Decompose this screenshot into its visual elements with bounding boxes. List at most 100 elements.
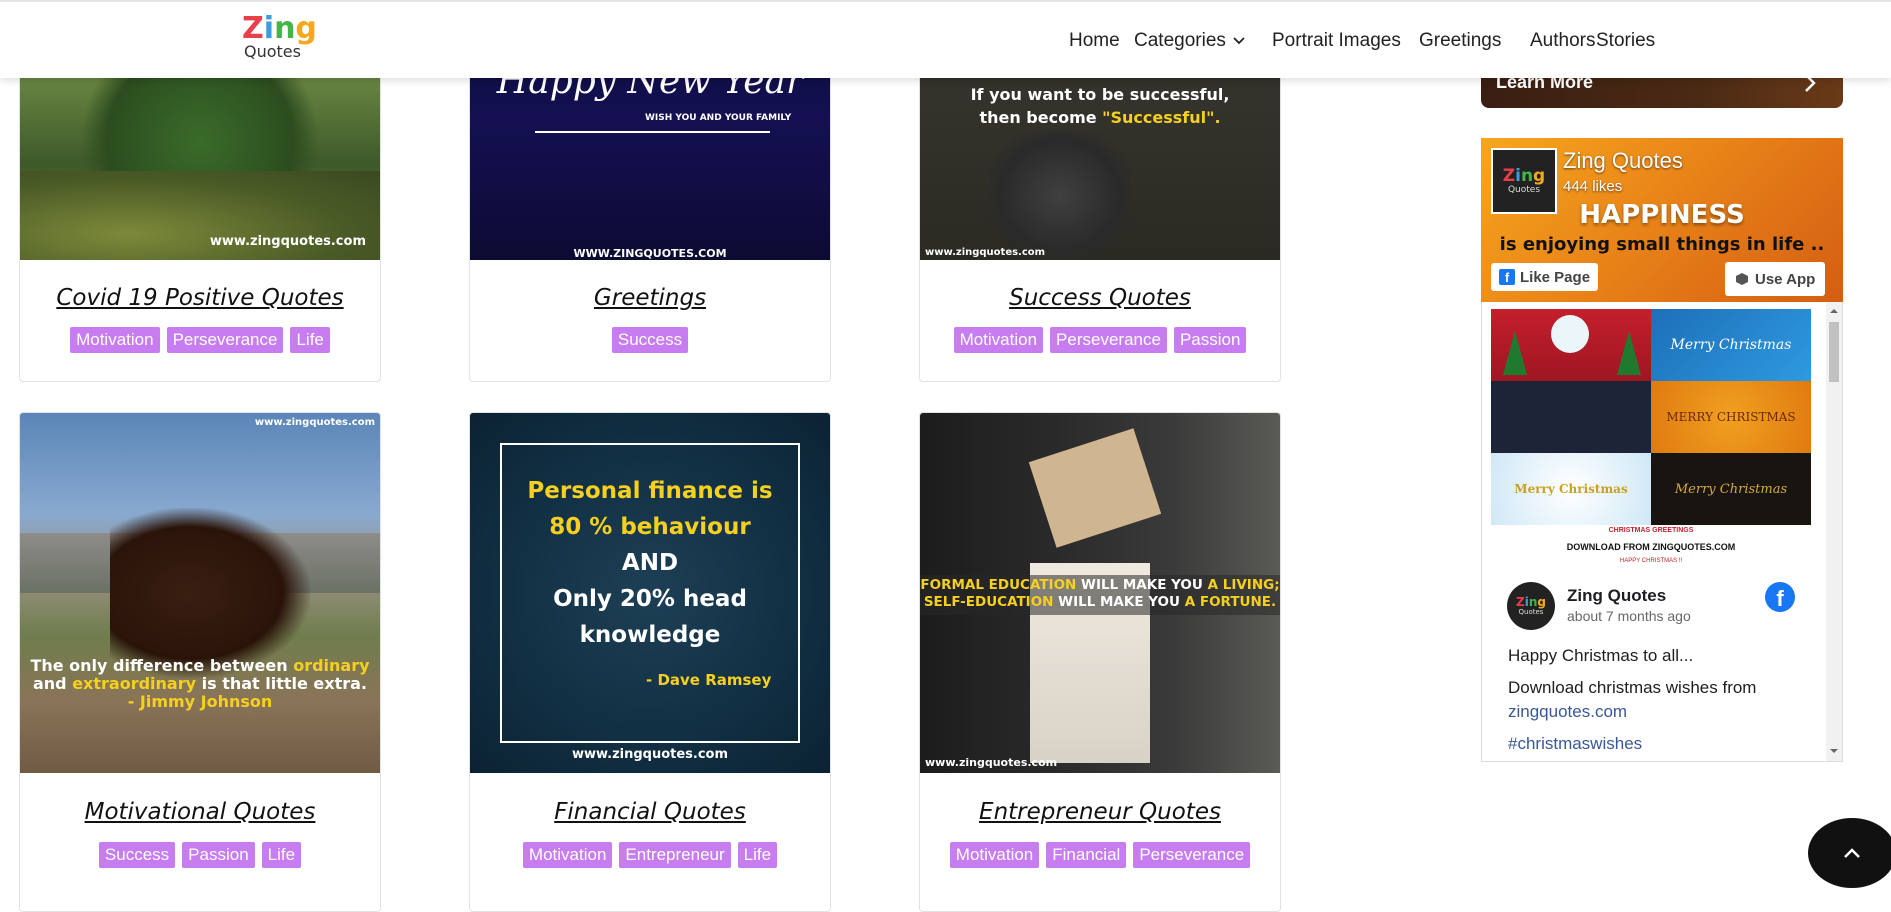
category-card[interactable]: FORMAL EDUCATION WILL MAKE YOU A LIVING;…	[919, 412, 1281, 912]
horse-shape	[110, 508, 310, 678]
quote-part: then become	[979, 108, 1103, 127]
facebook-feed[interactable]: Merry Christmas MERRY CHRISTMAS Merry Ch…	[1481, 302, 1843, 762]
post-image-grid[interactable]: Merry Christmas MERRY CHRISTMAS Merry Ch…	[1491, 309, 1811, 527]
facebook-icon: f	[1499, 269, 1515, 285]
tag[interactable]: Motivation	[70, 327, 160, 353]
post-hashtag[interactable]: #christmaswishes	[1508, 734, 1642, 754]
book-shape	[1028, 428, 1162, 548]
tag[interactable]: Motivation	[953, 327, 1044, 353]
quote-highlight: SELF-EDUCATION	[923, 594, 1054, 610]
facebook-page-cover[interactable]: Zing Quotes Zing Quotes 444 likes HAPPIN…	[1481, 138, 1843, 302]
scroll-up-arrow-icon[interactable]	[1826, 304, 1842, 318]
nav-categories-wrap[interactable]: Categories	[1134, 2, 1246, 80]
tag[interactable]: Financial	[1046, 842, 1127, 868]
avatar-logo-text: Zing	[1516, 595, 1546, 609]
category-card[interactable]: www.zingquotes.com The only difference b…	[19, 412, 381, 912]
card-title[interactable]: Greetings	[470, 285, 830, 311]
quote-line: 80 % behaviour	[549, 514, 751, 540]
card-tags: Motivation Perseverance Life	[20, 327, 380, 353]
tag[interactable]: Life	[737, 842, 778, 868]
nav-stories[interactable]: Stories	[1596, 30, 1655, 52]
post-timestamp[interactable]: about 7 months ago	[1567, 608, 1691, 624]
grid-caption-2: DOWNLOAD FROM ZINGQUOTES.COM	[1566, 542, 1736, 552]
card-title[interactable]: Motivational Quotes	[20, 799, 380, 825]
post-author-name[interactable]: Zing Quotes	[1567, 586, 1666, 606]
quote-part: The only difference between	[30, 656, 294, 675]
avatar-logo-text: Zing	[1502, 165, 1546, 186]
quote-line: Personal finance is	[527, 478, 773, 504]
category-card[interactable]: Personal finance is 80 % behaviour AND O…	[469, 412, 831, 912]
legs-shape	[990, 131, 1130, 260]
post-text-line1: Happy Christmas to all...	[1508, 646, 1694, 665]
fb-use-app-button[interactable]: Use App	[1725, 262, 1826, 296]
nav-authors[interactable]: Authors	[1530, 30, 1595, 52]
nav-home[interactable]: Home	[1069, 30, 1120, 52]
tag[interactable]: Perseverance	[1050, 327, 1167, 353]
fb-use-app-label: Use App	[1755, 270, 1816, 288]
logo-word-zing: Zing	[242, 11, 317, 46]
post-text-line2: Download christmas wishes from	[1508, 678, 1757, 697]
avatar-logo-sub: Quotes	[1518, 608, 1544, 616]
card-title[interactable]: Covid 19 Positive Quotes	[20, 285, 380, 311]
quote-line: and extraordinary is that little extra.	[20, 675, 380, 693]
tag[interactable]: Success	[611, 327, 689, 353]
tag[interactable]: Perseverance	[1133, 842, 1251, 868]
quote-highlight: FORMAL EDUCATION	[920, 577, 1077, 593]
card-image[interactable]: FORMAL EDUCATION WILL MAKE YOU A LIVING;…	[920, 413, 1280, 773]
quote-part: WILL MAKE YOU	[1053, 594, 1185, 610]
fb-like-label: Like Page	[1520, 268, 1591, 286]
card-image[interactable]: Personal finance is 80 % behaviour AND O…	[470, 413, 830, 773]
fb-page-name[interactable]: Zing Quotes	[1563, 148, 1683, 174]
quote-line: Only 20% head	[553, 586, 747, 612]
tag[interactable]: Entrepreneur	[619, 842, 731, 868]
snowman-shape	[1551, 315, 1589, 353]
grid-tile: Merry Christmas	[1651, 453, 1811, 525]
feed-scrollbar[interactable]	[1826, 302, 1842, 761]
tag[interactable]: Life	[290, 327, 330, 353]
tag[interactable]: Life	[261, 842, 302, 868]
card-tags: Motivation Financial Perseverance	[920, 842, 1280, 868]
nav-portrait-images[interactable]: Portrait Images	[1272, 30, 1401, 52]
tag[interactable]: Passion	[182, 842, 255, 868]
facebook-logo-icon[interactable]: f	[1765, 582, 1795, 612]
cover-text-line2: is enjoying small things in life ..	[1499, 234, 1825, 255]
card-title[interactable]: Entrepreneur Quotes	[920, 799, 1280, 825]
tag[interactable]: Perseverance	[166, 327, 284, 353]
nav-greetings[interactable]: Greetings	[1419, 30, 1501, 52]
quote-part: and	[32, 674, 73, 693]
quote-part: is that little extra.	[196, 674, 368, 693]
quote-highlight: A LIVING;	[1207, 577, 1280, 593]
grid-caption-3: HAPPY CHRISTMAS !!	[1619, 558, 1683, 564]
grid-tile	[1491, 381, 1651, 453]
card-tags: Success Passion Life	[20, 842, 380, 868]
tag[interactable]: Passion	[1173, 327, 1247, 353]
grid-tile: MERRY CHRISTMAS	[1651, 381, 1811, 453]
card-tags: Motivation Entrepreneur Life	[470, 842, 830, 868]
grid-tile: Merry Christmas	[1491, 453, 1651, 525]
fb-page-likes: 444 likes	[1563, 178, 1623, 195]
quote-highlight: extraordinary	[72, 674, 197, 693]
site-logo[interactable]: Zing Quotes	[242, 11, 317, 64]
quote-highlight: ordinary	[293, 656, 370, 675]
post-author-avatar[interactable]: Zing Quotes	[1507, 582, 1555, 630]
card-title[interactable]: Success Quotes	[920, 285, 1280, 311]
tag[interactable]: Motivation	[522, 842, 613, 868]
cube-icon	[1736, 273, 1748, 285]
card-image[interactable]: www.zingquotes.com The only difference b…	[20, 413, 380, 773]
main-nav: Home	[1069, 2, 1120, 80]
scroll-to-top-button[interactable]	[1808, 818, 1891, 888]
image-watermark: www.zingquotes.com	[254, 417, 375, 428]
image-quote: The only difference between ordinary and…	[20, 657, 380, 711]
post-link[interactable]: zingquotes.com	[1508, 702, 1627, 722]
fb-like-page-button[interactable]: f Like Page	[1491, 263, 1599, 291]
tree-shape	[1617, 331, 1641, 375]
quote-author: - Jimmy Johnson	[127, 692, 273, 711]
nav-authors-wrap: Authors	[1530, 2, 1595, 80]
card-title[interactable]: Financial Quotes	[470, 799, 830, 825]
nav-categories[interactable]: Categories	[1134, 30, 1226, 52]
chevron-down-icon	[1233, 37, 1245, 45]
tag[interactable]: Success	[98, 842, 176, 868]
scroll-down-arrow-icon[interactable]	[1826, 744, 1842, 758]
scrollbar-thumb[interactable]	[1829, 322, 1839, 382]
tag[interactable]: Motivation	[949, 842, 1040, 868]
